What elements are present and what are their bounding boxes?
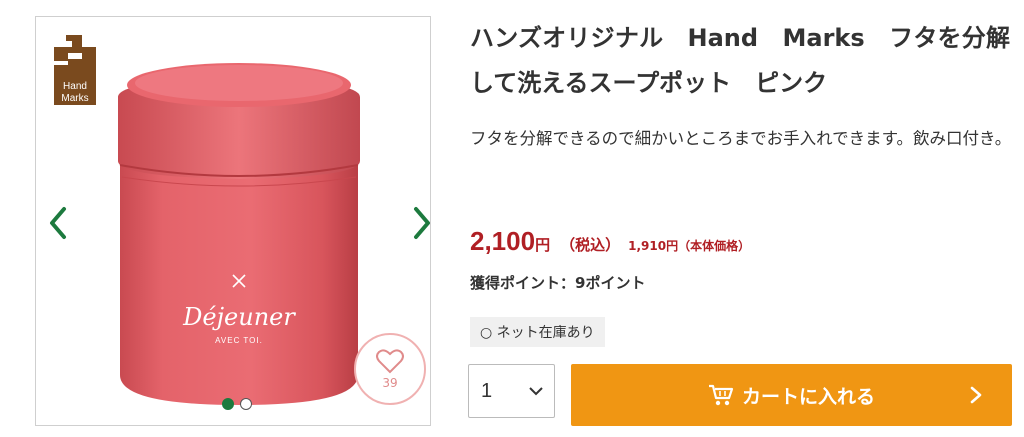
add-to-cart-label: カートに入れる bbox=[741, 385, 875, 408]
add-to-cart-button[interactable]: カートに入れる bbox=[571, 364, 1012, 426]
cart-icon bbox=[708, 384, 734, 406]
hand-marks-logo: Hand Marks bbox=[54, 35, 96, 105]
price-tax-label: （税込） bbox=[560, 236, 621, 254]
product-image-gallery: Hand Marks Déjeuner AVEC TOI. 39 bbox=[35, 16, 431, 426]
product-title: ハンズオリジナル Hand Marks フタを分解して洗えるスープポット ピンク bbox=[470, 24, 1010, 97]
base-price: 1,910円（本体価格） bbox=[628, 239, 751, 253]
svg-text:Déjeuner: Déjeuner bbox=[182, 303, 296, 331]
pagination-dot-1[interactable] bbox=[222, 398, 234, 410]
svg-text:AVEC TOI.: AVEC TOI. bbox=[215, 336, 263, 345]
svg-text:Hand: Hand bbox=[63, 81, 87, 92]
next-image-arrow[interactable] bbox=[410, 203, 431, 243]
price-amount: 2,100 bbox=[470, 226, 536, 256]
favorite-button[interactable]: 39 bbox=[354, 333, 426, 405]
stock-status-badge: ○ ネット在庫あり bbox=[470, 317, 605, 347]
product-description: フタを分解できるので細かいところまでお手入れできます。飲み口付き。 bbox=[470, 129, 1012, 148]
price-currency: 円 bbox=[535, 236, 551, 254]
price: 2,100 円 （税込） 1,910円（本体価格） bbox=[470, 226, 750, 257]
pagination-dot-2[interactable] bbox=[240, 398, 252, 410]
favorite-count: 39 bbox=[382, 376, 398, 390]
quantity-value: 1 bbox=[481, 379, 493, 402]
chevron-right-icon bbox=[970, 386, 982, 404]
earned-points: 獲得ポイント：9ポイント bbox=[470, 274, 646, 292]
previous-image-arrow[interactable] bbox=[46, 203, 70, 243]
heart-icon bbox=[376, 349, 404, 374]
soup-pot-image: Déjeuner AVEC TOI. bbox=[118, 63, 360, 405]
svg-text:Marks: Marks bbox=[61, 93, 88, 104]
chevron-down-icon bbox=[529, 387, 543, 396]
image-pagination bbox=[222, 398, 252, 410]
quantity-select[interactable]: 1 bbox=[468, 364, 555, 418]
